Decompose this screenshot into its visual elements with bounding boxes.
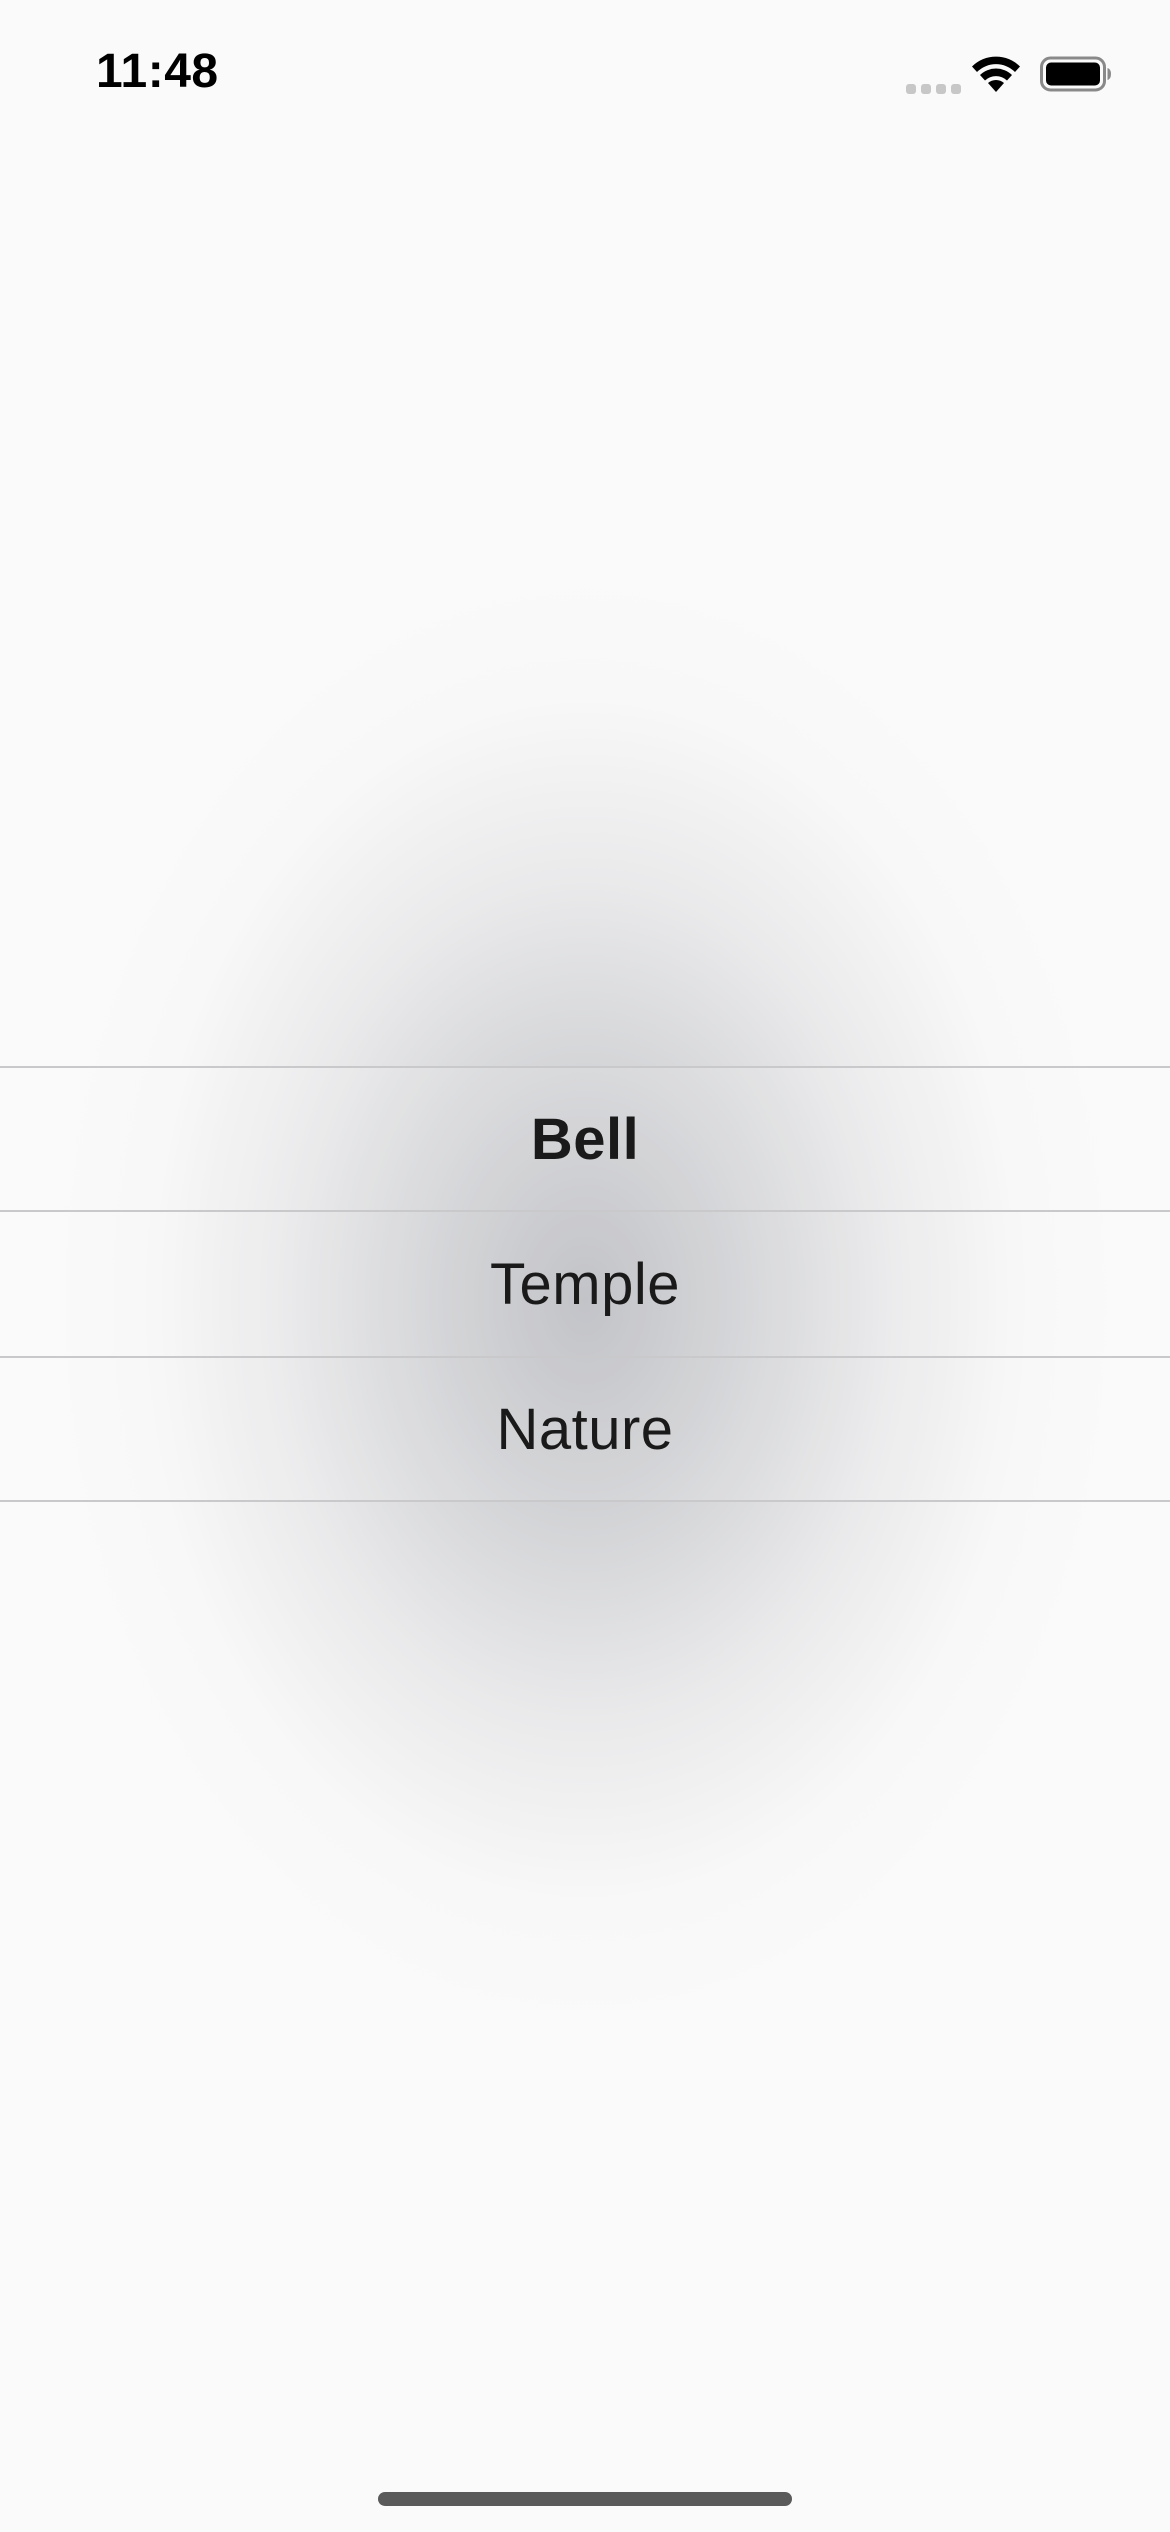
- picker-option-bell[interactable]: Bell: [0, 1066, 1170, 1210]
- battery-icon: [1040, 56, 1111, 92]
- home-indicator[interactable]: [378, 2492, 792, 2506]
- status-bar: 11:48: [0, 0, 1170, 150]
- picker-option-label: Nature: [496, 1396, 674, 1462]
- wifi-icon: [972, 56, 1020, 92]
- cellular-signal-icon: [906, 80, 962, 94]
- picker-option-nature[interactable]: Nature: [0, 1356, 1170, 1502]
- picker-option-temple[interactable]: Temple: [0, 1210, 1170, 1356]
- picker-option-label: Temple: [490, 1251, 680, 1317]
- picker-option-label: Bell: [530, 1106, 640, 1172]
- sound-picker[interactable]: Bell Temple Nature: [0, 1066, 1170, 1502]
- status-time: 11:48: [96, 45, 219, 98]
